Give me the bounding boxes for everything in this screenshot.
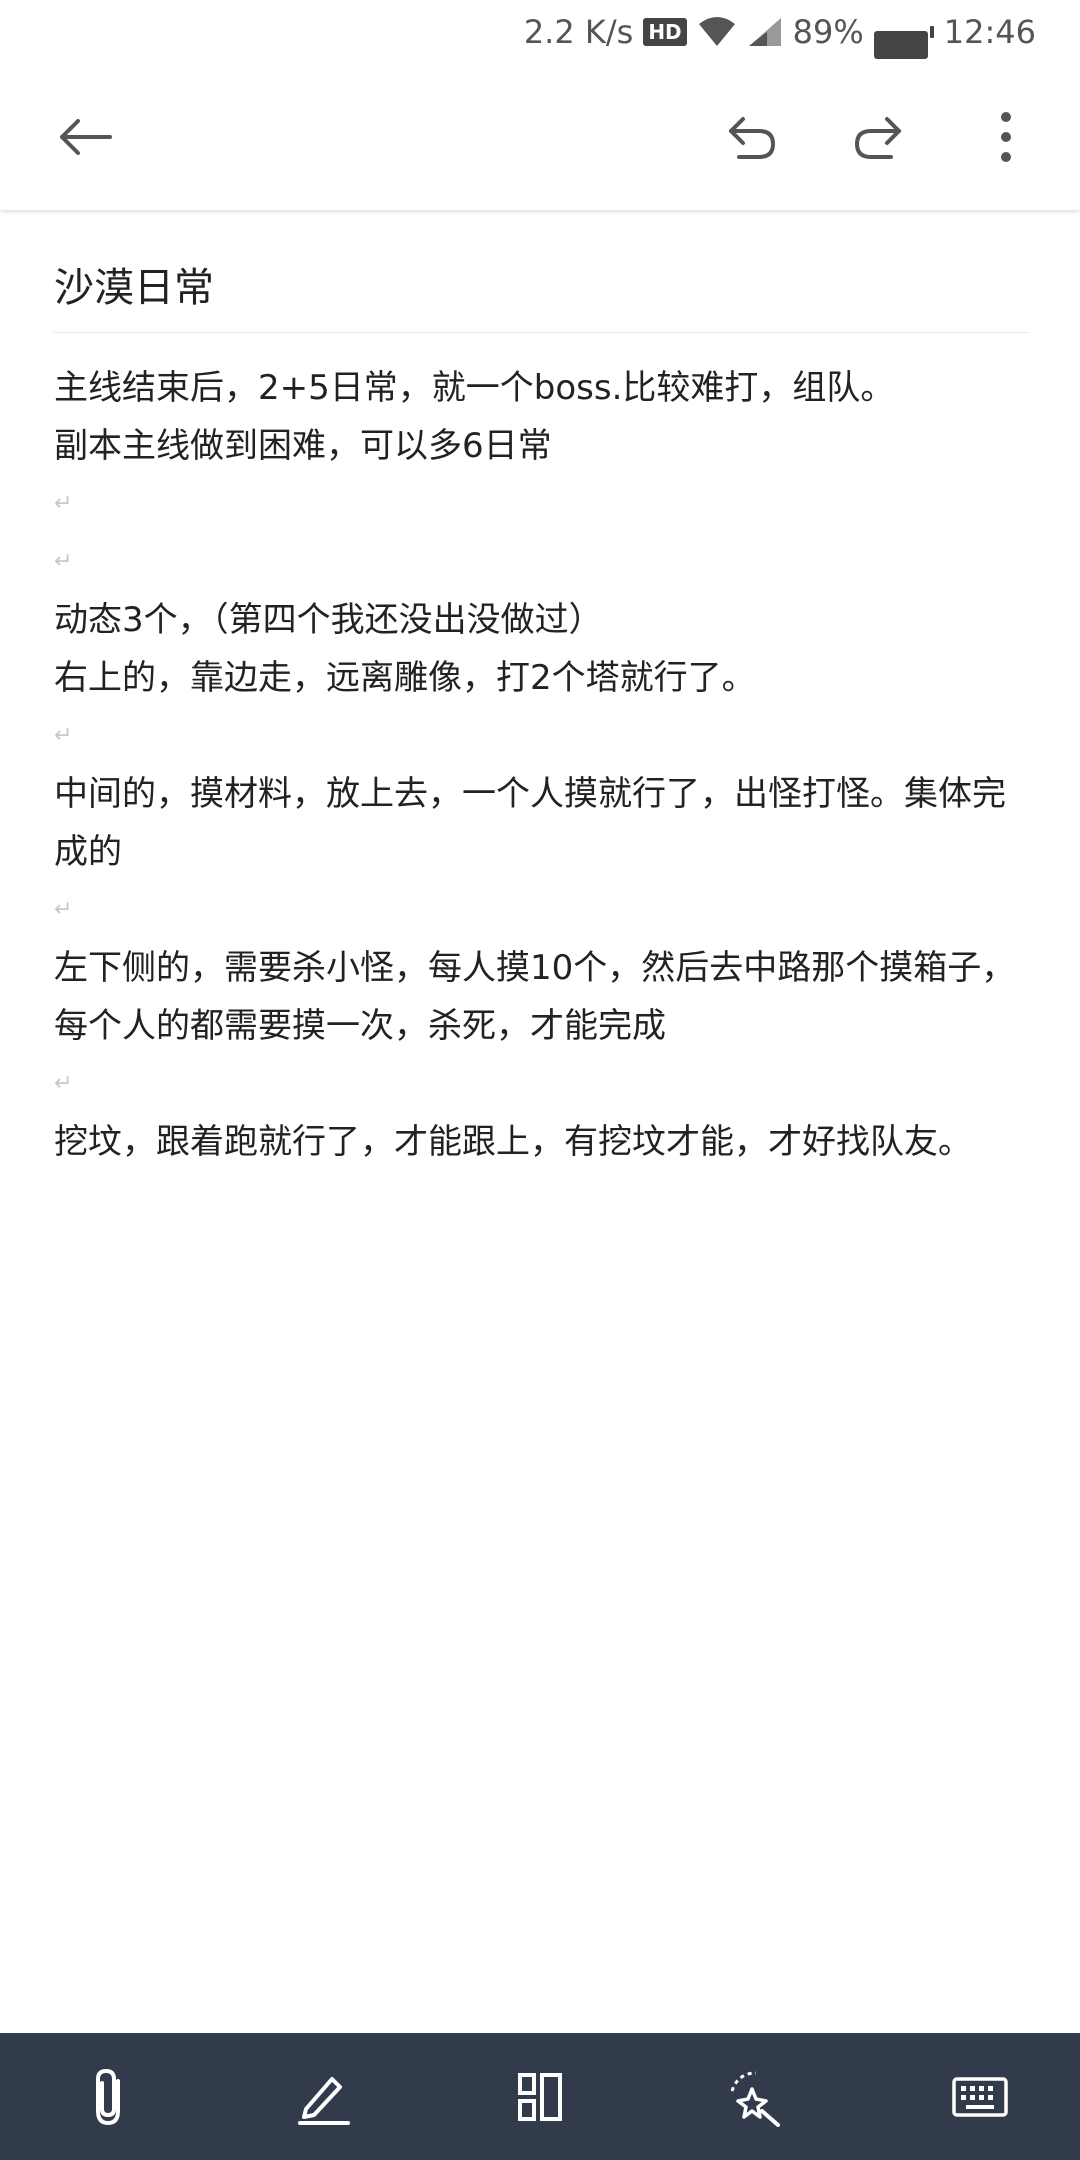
note-paragraph[interactable]: 中间的，摸材料，放上去，一个人摸就行了，出怪打怪。集体完成的 — [54, 765, 1028, 881]
undo-icon[interactable] — [712, 97, 792, 177]
return-mark-icon: ↵ — [54, 1071, 73, 1096]
return-mark-icon: ↵ — [54, 723, 73, 748]
signal-icon — [748, 18, 781, 46]
battery-percent: 89% — [792, 13, 864, 51]
note-paragraph[interactable]: 左下侧的，需要杀小怪，每人摸10个，然后去中路那个摸箱子，每个人的都需要摸一次，… — [54, 939, 1028, 1055]
wifi-icon — [698, 17, 735, 46]
back-arrow-icon[interactable] — [44, 97, 124, 177]
note-paragraph[interactable]: 主线结束后，2+5日常，就一个boss.比较难打，组队。 — [54, 359, 1028, 417]
hd-badge: HD — [643, 18, 687, 46]
network-speed: 2.2 K/s — [523, 13, 634, 51]
more-vertical-icon[interactable] — [966, 97, 1046, 177]
return-mark-icon: ↵ — [54, 491, 73, 516]
pen-icon[interactable] — [284, 2057, 364, 2137]
redo-icon[interactable] — [838, 97, 918, 177]
top-toolbar — [0, 64, 1080, 210]
note-body[interactable]: 主线结束后，2+5日常，就一个boss.比较难打，组队。 副本主线做到困难，可以… — [54, 359, 1028, 1171]
keyboard-icon[interactable] — [940, 2057, 1020, 2137]
note-paragraph[interactable]: 副本主线做到困难，可以多6日常 — [54, 417, 1028, 475]
bottom-toolbar — [0, 2033, 1080, 2160]
attachment-icon[interactable] — [68, 2057, 148, 2137]
note-paragraph[interactable]: 动态3个，（第四个我还没出没做过） — [54, 591, 1028, 649]
return-mark-icon: ↵ — [54, 549, 73, 574]
magic-wand-icon[interactable] — [716, 2057, 796, 2137]
clock: 12:46 — [943, 13, 1036, 51]
note-editor[interactable]: 沙漠日常 主线结束后，2+5日常，就一个boss.比较难打，组队。 副本主线做到… — [54, 258, 1028, 1171]
layout-icon[interactable] — [500, 2057, 580, 2137]
status-bar: 2.2 K/s HD 89% 12:46 — [0, 0, 1080, 64]
note-paragraph[interactable]: 右上的，靠边走，远离雕像，打2个塔就行了。 — [54, 649, 1028, 707]
battery-icon — [873, 5, 934, 59]
note-title[interactable]: 沙漠日常 — [54, 258, 1028, 333]
return-mark-icon: ↵ — [54, 897, 73, 922]
note-paragraph[interactable]: 挖坟，跟着跑就行了，才能跟上，有挖坟才能，才好找队友。 — [54, 1113, 1028, 1171]
